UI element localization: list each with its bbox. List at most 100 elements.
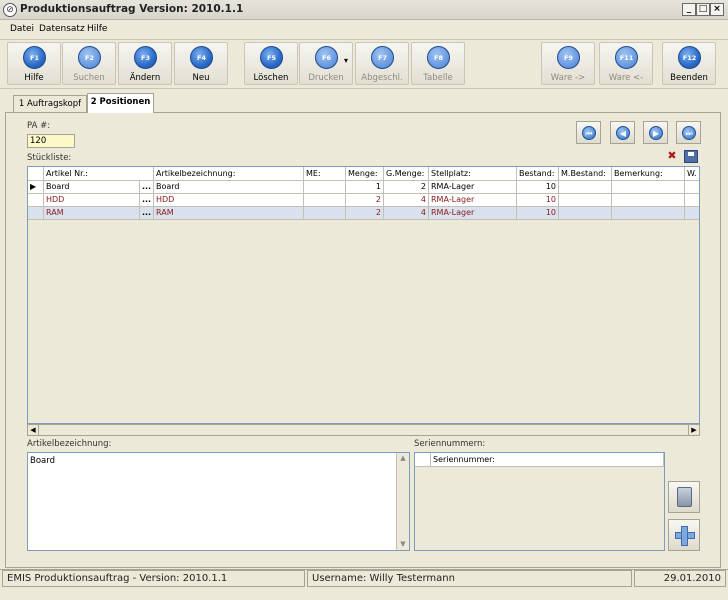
table-row-1-artikel[interactable]: Board: [44, 181, 140, 194]
save-icon[interactable]: [684, 150, 698, 163]
app-icon[interactable]: ⊘: [3, 3, 17, 17]
col-g-menge[interactable]: G.Menge:: [384, 167, 429, 181]
complete-button[interactable]: F7 Abgeschl.: [355, 42, 409, 85]
first-icon: ⏮: [582, 126, 596, 140]
recycle-bin-button[interactable]: [668, 481, 700, 513]
tab-auftragskopf[interactable]: 1 Auftragskopf: [13, 95, 87, 112]
table-row-1-gmenge[interactable]: 2: [384, 181, 429, 194]
scroll-down-icon[interactable]: ▼: [397, 539, 409, 550]
table-row-2-me[interactable]: [304, 194, 346, 207]
table-row-1-w[interactable]: [685, 181, 699, 194]
lookup-ellipsis-button[interactable]: ...: [140, 207, 154, 220]
minimize-button[interactable]: _: [682, 3, 696, 16]
table-row-1-mbestand[interactable]: [559, 181, 612, 194]
edit-button[interactable]: F3 Ändern: [118, 42, 172, 85]
table-row-3-bestand[interactable]: 10: [517, 207, 559, 220]
col-menge[interactable]: Menge:: [346, 167, 384, 181]
scroll-right-icon[interactable]: ▶: [688, 425, 699, 435]
new-button[interactable]: F4 Neu: [174, 42, 228, 85]
col-bestand[interactable]: Bestand:: [517, 167, 559, 181]
menu-bar: [0, 20, 728, 39]
close-button[interactable]: ×: [710, 3, 724, 16]
delete-button[interactable]: F5 Löschen: [244, 42, 298, 85]
complete-label: Abgeschl.: [361, 73, 403, 83]
col-me[interactable]: ME:: [304, 167, 346, 181]
col-bemerkung[interactable]: Bemerkung:: [612, 167, 685, 181]
prev-record-button[interactable]: ◀: [610, 121, 635, 144]
prev-icon: ◀: [616, 126, 630, 140]
serial-grid: Seriennummer:: [414, 452, 665, 551]
table-row-1-bestand[interactable]: 10: [517, 181, 559, 194]
f1-icon: F1: [23, 46, 46, 69]
row-indicator-current[interactable]: ▶: [28, 181, 44, 194]
f6-icon: F6: [315, 46, 338, 69]
last-record-button[interactable]: ⏭: [676, 121, 701, 144]
table-row-2-artikel[interactable]: HDD: [44, 194, 140, 207]
pa-input[interactable]: 120: [27, 134, 75, 148]
table-row-1-bez[interactable]: Board: [154, 181, 304, 194]
table-row-3-stellplatz[interactable]: RMA-Lager: [429, 207, 517, 220]
maximize-button[interactable]: □: [696, 3, 710, 16]
table-row-3-bez[interactable]: RAM: [154, 207, 304, 220]
f3-icon: F3: [134, 46, 157, 69]
scroll-left-icon[interactable]: ◀: [28, 425, 39, 435]
desc-label: Artikelbezeichnung:: [27, 439, 112, 449]
row-indicator[interactable]: [28, 207, 44, 220]
status-username: Username: Willy Testermann: [307, 570, 632, 587]
table-row-2-mbestand[interactable]: [559, 194, 612, 207]
ware-forward-button[interactable]: F9 Ware ->: [541, 42, 595, 85]
col-m-bestand[interactable]: M.Bestand:: [559, 167, 612, 181]
delete-row-icon[interactable]: ✖: [665, 150, 679, 163]
col-stellplatz[interactable]: Stellplatz:: [429, 167, 517, 181]
lookup-ellipsis-button[interactable]: ...: [140, 194, 154, 207]
stueckliste-label: Stückliste:: [27, 153, 72, 163]
table-row-3-artikel[interactable]: RAM: [44, 207, 140, 220]
table-row-2-bestand[interactable]: 10: [517, 194, 559, 207]
table-row-2-bez[interactable]: HDD: [154, 194, 304, 207]
col-artikel-nr[interactable]: Artikel Nr.:: [44, 167, 154, 181]
menu-datei[interactable]: Datei: [10, 24, 34, 34]
search-label: Suchen: [73, 73, 105, 83]
table-row-1-bemerkung[interactable]: [612, 181, 685, 194]
tab-positionen[interactable]: 2 Positionen: [87, 93, 154, 113]
row-indicator[interactable]: [28, 194, 44, 207]
table-row-1-me[interactable]: [304, 181, 346, 194]
table-row-2-bemerkung[interactable]: [612, 194, 685, 207]
add-button[interactable]: [668, 519, 700, 551]
lookup-ellipsis-button[interactable]: ...: [140, 181, 154, 194]
table-button[interactable]: F8 Tabelle: [411, 42, 465, 85]
table-row-2-menge[interactable]: 2: [346, 194, 384, 207]
first-record-button[interactable]: ⏮: [576, 121, 601, 144]
exit-button[interactable]: F12 Beenden: [662, 42, 716, 85]
table-row-1-stellplatz[interactable]: RMA-Lager: [429, 181, 517, 194]
col-seriennummer[interactable]: Seriennummer:: [431, 453, 664, 467]
menu-hilfe[interactable]: Hilfe: [87, 24, 107, 34]
col-artikelbezeichnung[interactable]: Artikelbezeichnung:: [154, 167, 304, 181]
col-w[interactable]: W.: [685, 167, 699, 181]
grid-horizontal-scrollbar[interactable]: ◀ ▶: [27, 424, 700, 436]
table-row-3-me[interactable]: [304, 207, 346, 220]
table-row-3-w[interactable]: [685, 207, 699, 220]
table-row-3-gmenge[interactable]: 4: [384, 207, 429, 220]
delete-label: Löschen: [253, 73, 289, 83]
table-row-2-w[interactable]: [685, 194, 699, 207]
scroll-up-icon[interactable]: ▲: [397, 453, 409, 464]
table-row-3-mbestand[interactable]: [559, 207, 612, 220]
print-label: Drucken: [308, 73, 344, 83]
desc-textarea[interactable]: Board ▲ ▼: [27, 452, 410, 551]
menu-datensatz[interactable]: Datensatz: [39, 24, 85, 34]
help-button[interactable]: F1 Hilfe: [7, 42, 61, 85]
desc-text: Board: [30, 456, 55, 466]
help-label: Hilfe: [24, 73, 44, 83]
table-row-2-stellplatz[interactable]: RMA-Lager: [429, 194, 517, 207]
table-row-2-gmenge[interactable]: 4: [384, 194, 429, 207]
ware-back-button[interactable]: F11 Ware <-: [599, 42, 653, 85]
table-row-3-bemerkung[interactable]: [612, 207, 685, 220]
trash-icon: [677, 487, 692, 507]
table-row-3-menge[interactable]: 2: [346, 207, 384, 220]
print-dropdown-arrow-icon[interactable]: ▾: [344, 56, 348, 65]
desc-vertical-scrollbar[interactable]: ▲ ▼: [396, 453, 409, 550]
search-button[interactable]: F2 Suchen: [62, 42, 116, 85]
table-row-1-menge[interactable]: 1: [346, 181, 384, 194]
next-record-button[interactable]: ▶: [643, 121, 668, 144]
